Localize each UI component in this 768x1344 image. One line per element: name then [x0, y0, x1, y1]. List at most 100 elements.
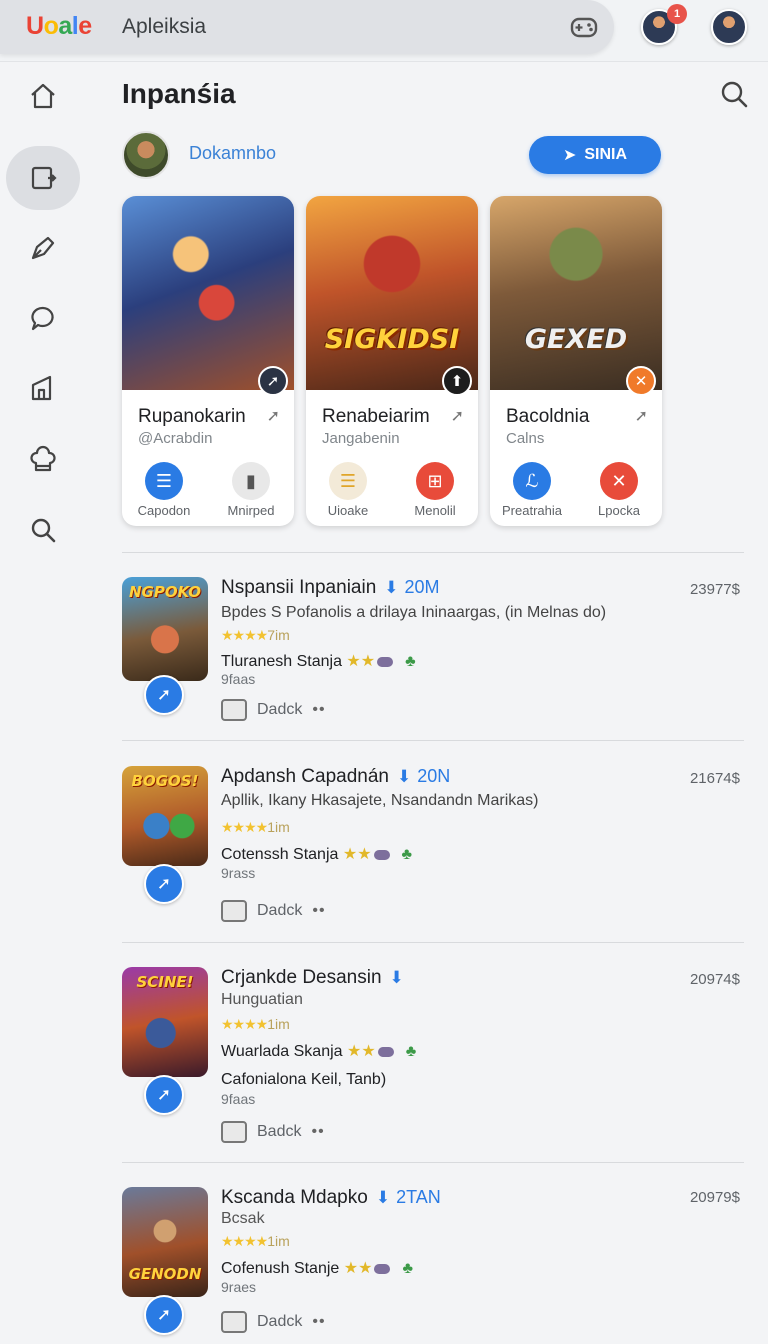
book-icon [221, 900, 247, 922]
meta-text: 9faas [221, 671, 256, 687]
chat-icon [31, 306, 54, 331]
page-search-button[interactable] [718, 78, 750, 110]
price-text: 23977$ [689, 581, 740, 598]
featured-card[interactable]: ➚ Rupanokarin @Acrabdin ➚ ☰ ▮ Capodon Mn… [122, 196, 294, 526]
gamepad-button[interactable] [566, 10, 602, 44]
more-icon[interactable]: •• [312, 1313, 325, 1331]
game-thumbnail[interactable]: NGPOKO [122, 577, 208, 681]
game-description: Apllik, Ikany Hkasajete, Nsandandn Marik… [221, 792, 539, 809]
close-badge-icon: ✕ [626, 366, 656, 396]
studio-row: Cotenssh Stanja ★★ ♣ [221, 844, 412, 864]
sidebar-item-kitchen[interactable] [6, 428, 80, 492]
install-button[interactable]: ➚ [144, 1295, 184, 1335]
install-button[interactable]: ➚ [144, 864, 184, 904]
list-item[interactable]: NGPOKO ➚ Nspansii Inpaniain ⬇ 20M Bpdes S … [122, 577, 744, 727]
logo-letter: e [78, 12, 92, 40]
game-thumbnail[interactable]: SCINE! [122, 967, 208, 1077]
link-action-button[interactable]: ℒ [513, 462, 551, 500]
featured-card[interactable]: GEXED ✕ Bacoldnia Calns ➚ ℒ ✕ Preatrahia… [490, 196, 662, 526]
install-button[interactable]: ➚ [144, 675, 184, 715]
badge-row[interactable]: Badck •• [221, 1121, 325, 1143]
sidebar-item-search[interactable] [6, 498, 80, 562]
rating-text: 1im [267, 819, 290, 835]
share-icon[interactable]: ➚ [267, 406, 280, 426]
top-bar: Uoale Apleiksia 1 [0, 0, 768, 62]
logo-letter: o [43, 12, 59, 40]
arrow-badge-icon: ➚ [258, 366, 288, 396]
featured-card[interactable]: SIGKIDSI ⬆ Renabeiarim Jangabenin ➚ ☰ ⊞ … [306, 196, 478, 526]
badge-row[interactable]: Dadck •• [221, 699, 326, 721]
sidebar-item-home[interactable] [6, 64, 80, 128]
library-icon [31, 375, 52, 401]
search-icon [31, 518, 56, 543]
chef-hat-icon [30, 445, 56, 472]
more-icon[interactable]: •• [311, 1123, 324, 1141]
badge-row[interactable]: Dadck •• [221, 900, 326, 922]
list-item[interactable]: GENODN ➚ Kscanda Mdapko ⬇ 2TAN Bcsak ★★★★1… [122, 1187, 744, 1337]
stars-icon: ★★ [346, 653, 376, 670]
install-button[interactable]: ➚ [144, 1075, 184, 1115]
logo-letter: a [58, 12, 72, 40]
studio-row: Cofenush Stanje ★★ ♣ [221, 1258, 413, 1278]
game-title[interactable]: Kscanda Mdapko [221, 1187, 368, 1208]
game-thumbnail[interactable]: BOGOS! [122, 766, 208, 866]
user-name-link[interactable]: Dokamnbo [189, 143, 276, 164]
studio-name[interactable]: Cofenush Stanje [221, 1260, 339, 1277]
studio-name[interactable]: Tluranesh Stanja [221, 653, 342, 670]
notification-badge: 1 [667, 4, 687, 24]
apps-icon [31, 166, 57, 190]
sidebar-item-library[interactable] [6, 356, 80, 420]
bookmark-icon: ▮ [246, 470, 256, 491]
divider [122, 740, 744, 741]
game-art [306, 196, 478, 390]
sidebar-item-chat[interactable] [6, 286, 80, 350]
game-description: Bcsak [221, 1210, 265, 1227]
badge-row[interactable]: Dadck •• [221, 1311, 326, 1333]
rating: ★★★★1im [221, 819, 290, 836]
stars-icon: ★★★★ [221, 819, 268, 835]
card-title: Renabeiarim [322, 406, 430, 427]
sign-button[interactable]: ➤ SINIA [529, 136, 661, 174]
download-arrow-icon: ➚ [156, 874, 172, 893]
rating-text: 7im [267, 627, 290, 643]
gift-action-button[interactable]: ⊞ [416, 462, 454, 500]
studio-name[interactable]: Cotenssh Stanja [221, 846, 338, 863]
app-logo[interactable]: Uoale [26, 12, 92, 41]
download-arrow-icon: ➚ [156, 685, 172, 704]
share-icon[interactable]: ➚ [635, 406, 648, 426]
pill-icon [373, 849, 390, 860]
game-title-row: Crjankde Desansin ⬇ [221, 967, 410, 989]
stars-icon: ★★ [342, 846, 372, 863]
stars-icon: ★★★★ [221, 1016, 268, 1032]
game-title[interactable]: Crjankde Desansin [221, 967, 382, 988]
search-bar[interactable]: Uoale Apleiksia [0, 0, 614, 54]
game-title-row: Kscanda Mdapko ⬇ 2TAN [221, 1187, 441, 1209]
studio-name[interactable]: Wuarlada Skanja [221, 1043, 343, 1060]
list-item[interactable]: SCINE! ➚ Crjankde Desansin ⬇ Hunguatian ★… [122, 967, 744, 1147]
verified-icon: ⬇ [389, 968, 404, 987]
user-avatar[interactable] [122, 131, 170, 179]
close-action-button[interactable]: ✕ [600, 462, 638, 500]
leaf-icon: ♣ [405, 1043, 417, 1060]
list-action-button[interactable]: ☰ [329, 462, 367, 500]
bookmark-action-button[interactable]: ▮ [232, 462, 270, 500]
sidebar-item-create[interactable] [6, 216, 80, 280]
download-count: 20M [404, 577, 440, 597]
sidebar-item-apps[interactable] [6, 146, 80, 210]
action-label: Mnirped [227, 503, 275, 518]
menu-action-button[interactable]: ☰ [145, 462, 183, 500]
game-art-text: SIGKIDSI [324, 324, 460, 355]
studio-row: Tluranesh Stanja ★★ ♣ [221, 651, 416, 671]
account-avatar[interactable] [711, 9, 747, 45]
leaf-icon: ♣ [401, 846, 413, 863]
more-icon[interactable]: •• [312, 902, 325, 920]
meta-text: 9rass [221, 865, 256, 881]
game-title[interactable]: Apdansh Capadnán [221, 766, 389, 787]
game-thumbnail[interactable]: GENODN [122, 1187, 208, 1297]
game-title[interactable]: Nspansii Inpaniain [221, 577, 376, 598]
search-query-text[interactable]: Apleiksia [122, 15, 206, 39]
action-label: Uioake [327, 503, 369, 518]
more-icon[interactable]: •• [312, 701, 325, 719]
share-icon[interactable]: ➚ [451, 406, 464, 426]
list-item[interactable]: BOGOS! ➚ Apdansh Capadnán ⬇ 20N Apllik, Ik… [122, 766, 744, 926]
